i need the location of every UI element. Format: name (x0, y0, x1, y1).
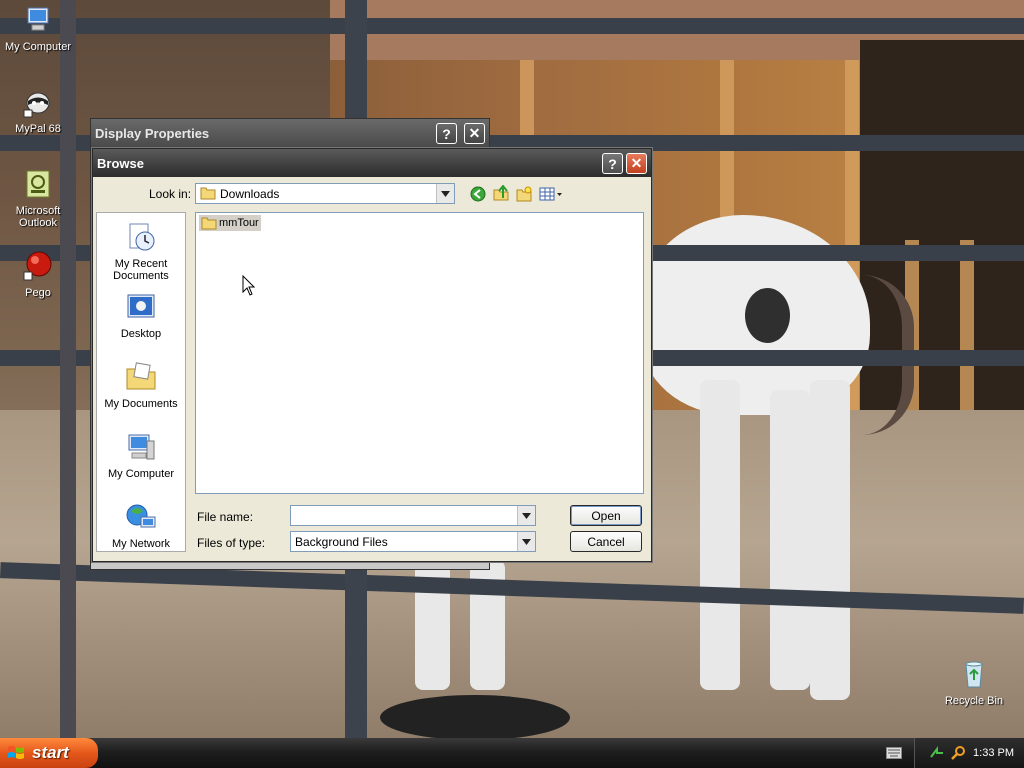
wallpaper-horse-spot (745, 288, 790, 343)
chevron-down-icon[interactable] (517, 506, 535, 525)
wallpaper-horse-leg (770, 390, 810, 690)
place-label: My Computer (107, 468, 175, 480)
recycle-bin-icon (965, 661, 983, 688)
browse-dialog: Browse ? ✕ Look in: Downloads My Recent … (92, 148, 652, 562)
my-network-icon (126, 504, 156, 528)
wallpaper-water-tub (380, 695, 570, 740)
place-label: My Documents (104, 398, 178, 410)
taskbar: start 1:33 PM (0, 738, 1024, 768)
place-my-network[interactable]: My Network (97, 501, 185, 550)
my-computer-icon (128, 434, 155, 460)
mouse-cursor-icon (242, 275, 256, 296)
network-arrows-icon[interactable] (929, 745, 945, 761)
chevron-down-icon[interactable] (436, 184, 454, 203)
files-of-type-value: Background Files (295, 534, 388, 549)
recent-documents-icon (129, 223, 155, 251)
back-icon[interactable] (470, 186, 486, 202)
windows-logo-icon (8, 746, 24, 759)
search-icon[interactable] (951, 745, 967, 761)
my-documents-icon (126, 362, 156, 390)
desktop-icon-recycle-bin[interactable]: Recycle Bin (936, 658, 1012, 707)
help-button[interactable]: ? (602, 153, 623, 174)
files-of-type-dropdown[interactable]: Background Files (290, 531, 536, 552)
folder-icon (201, 217, 217, 230)
place-label: My Network (111, 538, 171, 550)
desktop-icon-mypal[interactable]: MyPal 68 (0, 86, 76, 135)
cancel-button[interactable]: Cancel (570, 531, 642, 552)
look-in-dropdown[interactable]: Downloads (195, 183, 455, 204)
places-bar: My Recent Documents Desktop My Documents (96, 212, 186, 552)
look-in-value: Downloads (220, 186, 280, 201)
wallpaper-plank (960, 240, 974, 410)
browse-titlebar[interactable]: Browse ? ✕ (93, 149, 651, 177)
window-title: Display Properties (95, 125, 210, 141)
desktop-icon-label: MyPal 68 (15, 123, 61, 135)
outlook-icon (26, 170, 50, 198)
pego-icon (23, 251, 52, 281)
desktop-icon-label: My Computer (4, 41, 72, 53)
look-in-label: Look in: (149, 187, 192, 201)
close-button[interactable]: ✕ (464, 123, 485, 144)
views-menu-icon[interactable] (539, 186, 563, 202)
desktop-icon-my-computer[interactable]: My Computer (0, 4, 76, 53)
up-folder-icon[interactable] (493, 185, 509, 201)
keyboard-icon[interactable] (886, 747, 902, 759)
place-label: Desktop (120, 328, 162, 340)
file-name-label: File name: (197, 510, 254, 524)
my-computer-icon (27, 7, 49, 31)
help-button[interactable]: ? (436, 123, 457, 144)
system-tray: 1:33 PM (914, 738, 1024, 768)
desktop-icon-label: Microsoft Outlook (15, 205, 61, 229)
list-item[interactable]: mmTour (199, 215, 261, 231)
file-name: mmTour (219, 217, 259, 229)
start-button[interactable]: start (0, 738, 98, 768)
display-properties-titlebar[interactable]: Display Properties ? ✕ (91, 119, 489, 147)
place-my-computer[interactable]: My Computer (97, 431, 185, 480)
desktop-icon-pego[interactable]: Pego (0, 250, 76, 299)
new-folder-icon[interactable] (516, 186, 532, 202)
wallpaper-fence-rail (0, 18, 1024, 34)
raccoon-icon (23, 92, 50, 118)
file-list[interactable]: mmTour (195, 212, 644, 494)
clock[interactable]: 1:33 PM (973, 747, 1014, 759)
chevron-down-icon[interactable] (517, 532, 535, 551)
open-button[interactable]: Open (570, 505, 642, 526)
desktop-icon-label: Pego (25, 287, 51, 299)
desktop-icon (127, 294, 155, 318)
folder-icon (200, 187, 216, 200)
place-my-documents[interactable]: My Documents (97, 361, 185, 410)
files-of-type-label: Files of type: (197, 536, 266, 550)
file-name-input[interactable] (290, 505, 536, 526)
place-desktop[interactable]: Desktop (97, 291, 185, 340)
wallpaper-horse-leg (700, 380, 740, 690)
close-button[interactable]: ✕ (626, 153, 647, 174)
dialog-title: Browse (97, 155, 144, 171)
place-my-recent-documents[interactable]: My Recent Documents (97, 221, 185, 282)
desktop-icon-outlook[interactable]: Microsoft Outlook (0, 168, 76, 229)
desktop-icon-label: Recycle Bin (944, 695, 1004, 707)
wallpaper-horse-leg (810, 380, 850, 700)
start-label: start (32, 743, 69, 762)
place-label: My Recent Documents (113, 258, 169, 282)
